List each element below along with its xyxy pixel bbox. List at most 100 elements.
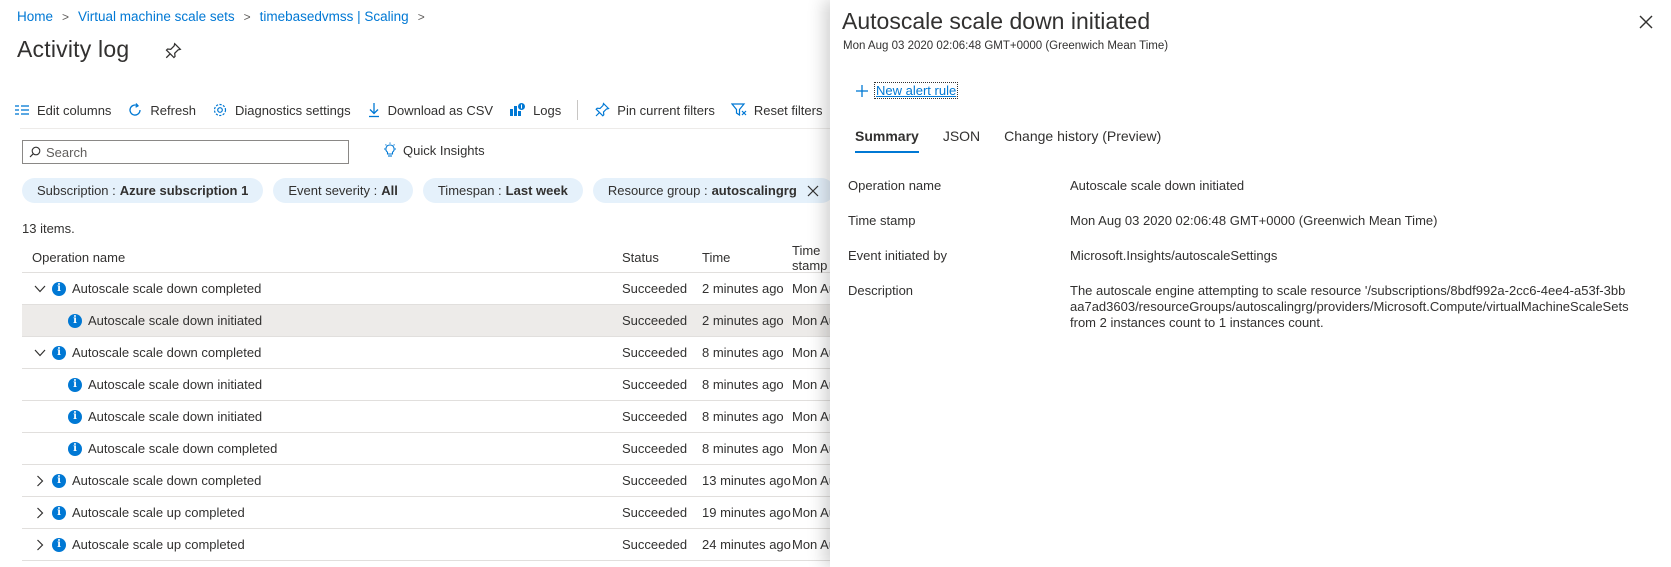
cell-timestamp: Mon Aug 03 — [792, 377, 830, 392]
new-alert-rule-button[interactable]: New alert rule — [855, 82, 959, 99]
cell-timestamp: Mon Aug 03 — [792, 281, 830, 296]
cell-time: 8 minutes ago — [702, 441, 784, 456]
edit-columns-label: Edit columns — [37, 102, 112, 118]
quick-insights-label: Quick Insights — [403, 142, 485, 158]
property-key: Operation name — [848, 178, 942, 193]
table-row[interactable]: i Autoscale scale down completed Succeeded… — [22, 337, 830, 369]
cell-time: 8 minutes ago — [702, 377, 784, 392]
new-alert-rule-label: New alert rule — [874, 82, 959, 99]
tab-summary[interactable]: Summary — [855, 128, 919, 153]
filter-pill-timespan[interactable]: Timespan : Last week — [422, 178, 583, 203]
filter-pill-value: Last week — [505, 183, 568, 198]
chevron-right-icon[interactable] — [32, 473, 48, 489]
cell-time: 19 minutes ago — [702, 505, 791, 520]
column-header-timestamp[interactable]: Time stamp — [792, 243, 830, 273]
search-input[interactable] — [46, 144, 336, 160]
search-box[interactable] — [22, 140, 349, 164]
page-title: Activity log — [17, 36, 130, 62]
cell-operation: i Autoscale scale up completed — [22, 505, 622, 521]
property-operation-name: Operation name Autoscale scale down init… — [848, 178, 1658, 194]
operation-name: Autoscale scale down initiated — [88, 377, 263, 392]
close-icon[interactable] — [807, 185, 819, 197]
column-header-time[interactable]: Time — [702, 250, 792, 265]
cell-status: Succeeded — [622, 473, 688, 488]
operation-name: Autoscale scale down completed — [88, 441, 278, 456]
breadcrumb: Home > Virtual machine scale sets > time… — [17, 9, 434, 24]
cell-operation: i Autoscale scale down completed — [22, 345, 622, 361]
chevron-down-icon[interactable] — [32, 281, 48, 297]
gear-icon — [213, 103, 227, 117]
property-value: Microsoft.Insights/autoscaleSettings — [1070, 248, 1278, 263]
pin-icon — [595, 102, 610, 117]
property-value: The autoscale engine attempting to scale… — [1070, 283, 1629, 330]
info-icon: i — [68, 441, 82, 456]
property-time-stamp: Time stamp Mon Aug 03 2020 02:06:48 GMT+… — [848, 213, 1658, 229]
table-header: Operation name Status Time Time stamp — [22, 243, 830, 273]
cell-operation: i Autoscale scale down completed — [22, 441, 622, 456]
table-row[interactable]: i Autoscale scale down completed Succeeded… — [22, 273, 830, 305]
tab-change-history[interactable]: Change history (Preview) — [1004, 128, 1161, 153]
refresh-icon — [129, 103, 142, 116]
table-row[interactable]: i Autoscale scale down completed Succeeded… — [22, 433, 830, 465]
chevron-right-icon[interactable] — [32, 537, 48, 553]
cell-time: 8 minutes ago — [702, 409, 784, 424]
activity-log-blade: Home > Virtual machine scale sets > time… — [0, 0, 830, 567]
table-row[interactable]: i Autoscale scale down initiated Succeeded… — [22, 401, 830, 433]
filter-pill-resource-group[interactable]: Resource group : autoscalingrg — [592, 178, 830, 203]
pin-current-filters-button[interactable]: Pin current filters — [594, 102, 715, 118]
column-header-operation[interactable]: Operation name — [22, 250, 622, 265]
quick-insights-button[interactable]: Quick Insights — [382, 142, 485, 158]
refresh-button[interactable]: Refresh — [127, 102, 196, 118]
plus-icon — [856, 84, 868, 97]
column-header-status[interactable]: Status — [622, 250, 702, 265]
operation-name: Autoscale scale down initiated — [88, 409, 263, 424]
chevron-down-icon[interactable] — [32, 345, 48, 361]
cell-status: Succeeded — [622, 281, 688, 296]
cell-time: 13 minutes ago — [702, 473, 791, 488]
table-row[interactable]: i Autoscale scale down initiated Succeeded… — [22, 369, 830, 401]
info-icon: i — [68, 409, 82, 424]
summary-properties: Operation name Autoscale scale down init… — [848, 178, 1658, 350]
filter-pill-label: Timespan : — [437, 183, 502, 198]
property-value: Autoscale scale down initiated — [1070, 178, 1245, 193]
logs-icon — [510, 103, 526, 116]
table-row[interactable]: i Autoscale scale up completed Succeeded 19… — [22, 497, 830, 529]
download-csv-label: Download as CSV — [387, 102, 494, 118]
info-icon: i — [52, 345, 66, 360]
filter-pill-value: Azure subscription 1 — [119, 183, 249, 198]
filter-pill-severity[interactable]: Event severity : All — [273, 178, 413, 203]
diagnostics-settings-button[interactable]: Diagnostics settings — [212, 102, 351, 118]
breadcrumb-home[interactable]: Home — [17, 9, 53, 24]
tab-json[interactable]: JSON — [943, 128, 980, 153]
table-row[interactable]: i Autoscale scale down initiated Succeeded… — [22, 305, 830, 337]
refresh-label: Refresh — [150, 102, 196, 118]
activity-table: Operation name Status Time Time stamp iA… — [22, 243, 830, 561]
cell-time: 8 minutes ago — [702, 345, 784, 360]
filter-pill-subscription[interactable]: Subscription : Azure subscription 1 — [22, 178, 264, 203]
edit-columns-button[interactable]: Edit columns — [14, 103, 111, 118]
chevron-right-icon: > — [417, 9, 425, 24]
pin-icon[interactable] — [164, 42, 182, 60]
reset-filters-button[interactable]: Reset filters — [730, 102, 823, 118]
table-row[interactable]: i Autoscale scale up completed Succeeded 24… — [22, 529, 830, 561]
breadcrumb-vmss[interactable]: Virtual machine scale sets — [78, 9, 235, 24]
info-icon: i — [52, 473, 66, 488]
close-icon[interactable] — [1638, 14, 1654, 30]
info-icon: i — [52, 537, 66, 552]
filter-pill-label: Event severity : — [288, 183, 378, 198]
property-key: Time stamp — [848, 213, 916, 228]
download-csv-button[interactable]: Download as CSV — [367, 102, 494, 118]
cell-status: Succeeded — [622, 345, 688, 360]
breadcrumb-scaling[interactable]: timebasedvmss | Scaling — [260, 9, 409, 24]
cell-status: Succeeded — [622, 377, 688, 392]
logs-button[interactable]: Logs — [509, 102, 561, 118]
cell-timestamp: Mon Aug 03 — [792, 505, 830, 520]
cell-timestamp: Mon Aug 03 — [792, 409, 830, 424]
cell-timestamp: Mon Aug 03 — [792, 441, 830, 456]
chevron-right-icon[interactable] — [32, 505, 48, 521]
reset-filters-label: Reset filters — [753, 102, 823, 118]
table-row[interactable]: i Autoscale scale down completed Succeeded… — [22, 465, 830, 497]
cell-status: Succeeded — [622, 505, 688, 520]
toolbar: Edit columns Refresh Diagnostics setting… — [14, 96, 830, 124]
cell-time: 2 minutes ago — [702, 313, 784, 328]
